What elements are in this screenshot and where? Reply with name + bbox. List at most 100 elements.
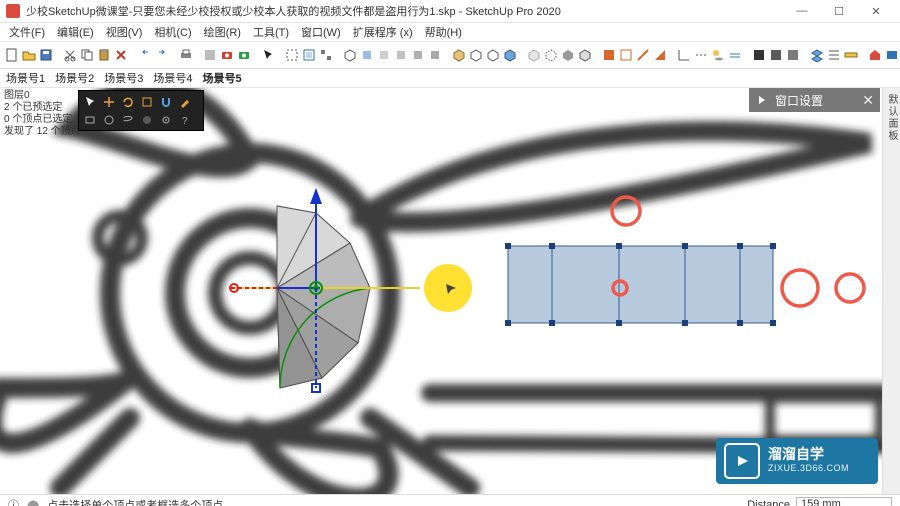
menu-window[interactable]: 窗口(W): [296, 23, 346, 41]
mono-icon[interactable]: [577, 46, 593, 65]
app-icon: [6, 4, 20, 18]
vt-circ-icon[interactable]: [100, 111, 117, 128]
menu-file[interactable]: 文件(F): [4, 23, 50, 41]
section-cut-icon[interactable]: [635, 46, 651, 65]
measure-icon[interactable]: [843, 46, 859, 65]
vt-magnet-icon[interactable]: [157, 93, 174, 110]
vertex-tools-panel[interactable]: ?: [78, 90, 204, 131]
vt-rotate-icon[interactable]: [119, 93, 136, 110]
back-icon[interactable]: [410, 46, 426, 65]
new-icon[interactable]: [4, 46, 20, 65]
ext-b-icon[interactable]: [768, 46, 784, 65]
guides-icon[interactable]: [693, 46, 709, 65]
window-title: 少校SketchUp微课堂-只要您未经少校授权或少校本人获取的视频文件都是盗用行…: [26, 3, 784, 19]
tray-header[interactable]: 窗口设置 ✕: [749, 88, 880, 112]
section-icon[interactable]: [601, 46, 617, 65]
tray-collapse-icon[interactable]: [755, 93, 769, 107]
section-display-icon[interactable]: [618, 46, 634, 65]
ext-a-icon[interactable]: [751, 46, 767, 65]
toolbar: T i: [0, 42, 900, 69]
close-button[interactable]: ✕: [858, 1, 894, 21]
menu-help[interactable]: 帮助(H): [420, 23, 467, 41]
delete-icon[interactable]: [113, 46, 129, 65]
menu-draw[interactable]: 绘图(R): [199, 23, 246, 41]
menu-camera[interactable]: 相机(C): [149, 23, 196, 41]
vt-move-icon[interactable]: [100, 93, 117, 110]
vt-soft-icon[interactable]: [138, 111, 155, 128]
xray-icon[interactable]: [526, 46, 542, 65]
style4-icon[interactable]: [502, 46, 518, 65]
maximize-button[interactable]: ☐: [821, 1, 857, 21]
component-icon[interactable]: [301, 46, 317, 65]
workspace: 图层0 2 个已预选定 0 个顶点已选定 发现了 12 个顶点 ?: [0, 88, 900, 494]
titlebar: 少校SketchUp微课堂-只要您未经少校授权或少校本人获取的视频文件都是盗用行…: [0, 0, 900, 23]
select-icon[interactable]: [260, 46, 276, 65]
paste-icon[interactable]: [96, 46, 112, 65]
tray-close-icon[interactable]: ✕: [862, 92, 874, 109]
vt-gear-icon[interactable]: [157, 111, 174, 128]
vt-lasso-icon[interactable]: [119, 111, 136, 128]
vt-scale-icon[interactable]: [138, 93, 155, 110]
minimize-button[interactable]: —: [784, 1, 820, 21]
shadows-icon[interactable]: [710, 46, 726, 65]
left-icon[interactable]: [427, 46, 443, 65]
explode-icon[interactable]: [318, 46, 334, 65]
axes-icon[interactable]: [676, 46, 692, 65]
selection-info: 图层0 2 个已预选定 0 个顶点已选定 发现了 12 个顶点: [4, 90, 81, 138]
menu-tools[interactable]: 工具(T): [248, 23, 294, 41]
print-icon[interactable]: [178, 46, 194, 65]
hidden-icon[interactable]: [543, 46, 559, 65]
open-icon[interactable]: [21, 46, 37, 65]
warehouse-icon[interactable]: [867, 46, 883, 65]
menu-view[interactable]: 视图(V): [101, 23, 148, 41]
style3-icon[interactable]: [485, 46, 501, 65]
fog-icon[interactable]: [727, 46, 743, 65]
scene-tab-3[interactable]: 场景号3: [104, 70, 143, 86]
camera-red-icon[interactable]: [219, 46, 235, 65]
right-icon[interactable]: [393, 46, 409, 65]
info-line3: 0 个顶点已选定: [4, 114, 81, 126]
ext-c-icon[interactable]: [785, 46, 801, 65]
front-icon[interactable]: [376, 46, 392, 65]
right-sidebar[interactable]: 默认面板: [882, 88, 900, 494]
model-info-icon[interactable]: [202, 46, 218, 65]
redo-icon[interactable]: [154, 46, 170, 65]
extwarehouse-icon[interactable]: [884, 46, 900, 65]
layers-icon[interactable]: [809, 46, 825, 65]
status-hint: 点击选择单个顶点或者框选多个顶点: [47, 497, 223, 506]
tray-title: 窗口设置: [775, 92, 823, 109]
vt-rect-icon[interactable]: [81, 111, 98, 128]
svg-text:?: ?: [182, 116, 188, 127]
scene-tab-2[interactable]: 场景号2: [55, 70, 94, 86]
scene-tab-4[interactable]: 场景号4: [153, 70, 192, 86]
info-line4: 发现了 12 个顶点: [4, 126, 81, 138]
cut-icon[interactable]: [62, 46, 78, 65]
camera-green-icon[interactable]: [236, 46, 252, 65]
viewport[interactable]: [0, 88, 882, 494]
watermark-en: ZIXUE.3D66.COM: [768, 461, 849, 475]
group-icon[interactable]: [284, 46, 300, 65]
save-icon[interactable]: [38, 46, 54, 65]
vt-help-icon[interactable]: ?: [176, 111, 193, 128]
vt-select-icon[interactable]: [81, 93, 98, 110]
copy-icon[interactable]: [79, 46, 95, 65]
status-user-icon[interactable]: ⬤: [27, 499, 39, 506]
menu-edit[interactable]: 编辑(E): [52, 23, 99, 41]
top-icon[interactable]: [359, 46, 375, 65]
outliner-icon[interactable]: [826, 46, 842, 65]
style1-icon[interactable]: [451, 46, 467, 65]
scene-tab-1[interactable]: 场景号1: [6, 70, 45, 86]
vt-brush-icon[interactable]: [176, 93, 193, 110]
watermark: 溜溜自学 ZIXUE.3D66.COM: [716, 438, 878, 484]
status-help-icon[interactable]: ⓘ: [8, 497, 19, 506]
scene-tab-5[interactable]: 场景号5: [203, 70, 242, 86]
undo-icon[interactable]: [137, 46, 153, 65]
measure-input[interactable]: 159 mm: [796, 497, 892, 506]
menu-ext[interactable]: 扩展程序 (x): [348, 23, 418, 41]
iso-icon[interactable]: [342, 46, 358, 65]
style2-icon[interactable]: [468, 46, 484, 65]
section-fill-icon[interactable]: [652, 46, 668, 65]
window-controls: — ☐ ✕: [784, 1, 894, 21]
sidebar-label[interactable]: 默认面板: [884, 94, 899, 142]
shaded-icon[interactable]: [560, 46, 576, 65]
